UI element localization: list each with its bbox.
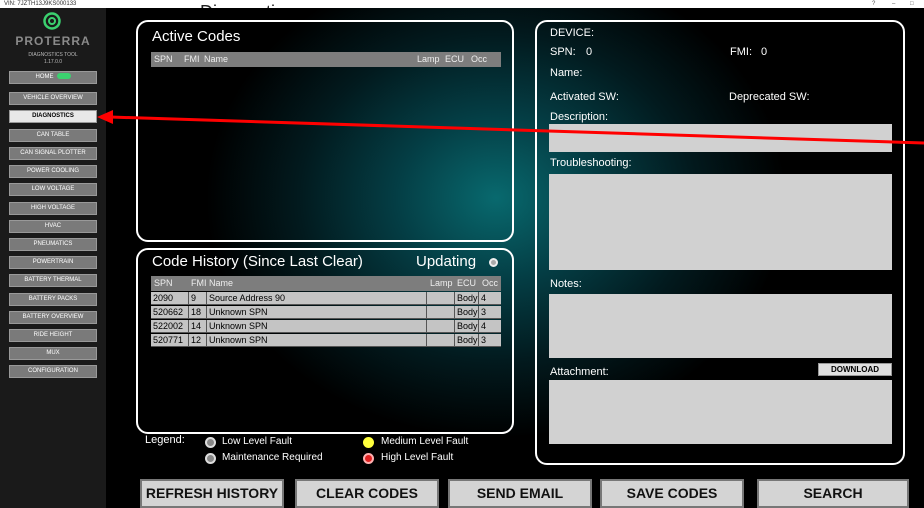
arrow-head <box>97 110 113 124</box>
arrow-shaft <box>109 115 924 145</box>
annotation-arrow-icon <box>97 110 924 145</box>
